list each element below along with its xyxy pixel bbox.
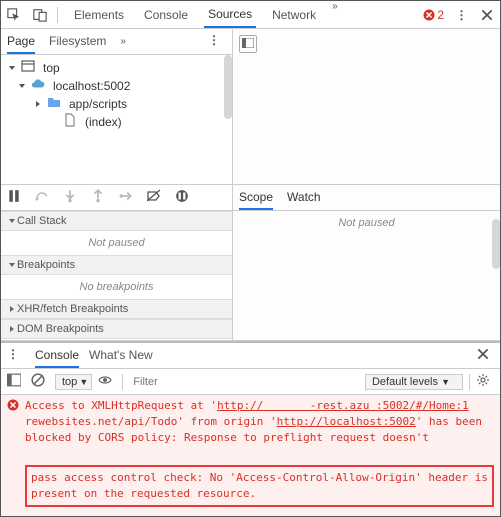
frame-icon [21, 59, 39, 77]
separator [122, 374, 123, 390]
tab-scope[interactable]: Scope [239, 185, 273, 210]
tree-root[interactable]: top [5, 59, 228, 77]
step-out-icon[interactable] [91, 189, 109, 207]
tab-sources[interactable]: Sources [204, 1, 256, 28]
scrollbar-thumb[interactable] [224, 55, 232, 119]
chevron-down-icon [17, 81, 27, 91]
editor-panel [233, 29, 500, 184]
navigator-menu-icon[interactable]: ⋮ [208, 33, 226, 51]
subtab-page[interactable]: Page [7, 29, 35, 54]
tree-host-label: localhost:5002 [53, 79, 130, 93]
tree-file-label: (index) [85, 115, 122, 129]
cloud-icon [31, 77, 49, 95]
scope-body: Not paused [233, 211, 500, 235]
clear-console-icon[interactable] [31, 373, 49, 391]
tab-console[interactable]: Console [140, 1, 192, 28]
panel-tabs: Elements Console Sources Network » [70, 1, 338, 28]
close-drawer-icon[interactable] [476, 347, 494, 365]
debugger-sidebar: Call Stack Not paused Breakpoints No bre… [1, 185, 233, 340]
log-levels-select[interactable]: Default levels ▼ [365, 374, 463, 390]
console-toolbar: top ▼ Default levels ▼ [1, 369, 500, 395]
kebab-menu-icon[interactable]: ⋮ [452, 6, 470, 24]
breakpoints-body: No breakpoints [1, 275, 232, 299]
separator [469, 374, 470, 390]
tab-watch[interactable]: Watch [287, 185, 321, 210]
error-icon [7, 398, 19, 416]
pause-icon[interactable] [7, 189, 25, 207]
tree-folder-label: app/scripts [69, 97, 127, 111]
deactivate-breakpoints-icon[interactable] [147, 189, 165, 207]
live-expression-icon[interactable] [98, 373, 116, 391]
settings-gear-icon[interactable] [476, 373, 494, 391]
section-callstack[interactable]: Call Stack [1, 211, 232, 231]
section-xhr-breakpoints[interactable]: XHR/fetch Breakpoints [1, 299, 232, 319]
navigator-panel: Page Filesystem » ⋮ top localhost:5002 [1, 29, 233, 184]
chevron-right-icon [33, 99, 43, 109]
sidebar-toggle-icon[interactable] [7, 373, 25, 391]
console-drawer: ⋮ Console What's New top ▼ Default level… [1, 341, 500, 516]
console-error-message[interactable]: Access to XMLHttpRequest at 'http:// -re… [1, 395, 500, 516]
console-messages: Access to XMLHttpRequest at 'http:// -re… [1, 395, 500, 516]
more-tabs-icon[interactable]: » [332, 1, 338, 28]
close-icon[interactable] [478, 6, 496, 24]
scope-watch-tabs: Scope Watch [233, 185, 500, 211]
show-navigator-icon[interactable] [239, 35, 257, 53]
sources-panel: Page Filesystem » ⋮ top localhost:5002 [1, 29, 500, 516]
step-into-icon[interactable] [63, 189, 81, 207]
tab-elements[interactable]: Elements [70, 1, 128, 28]
pause-on-exceptions-icon[interactable] [175, 189, 193, 207]
device-toggle-icon[interactable] [31, 6, 49, 24]
drawer-tab-whatsnew[interactable]: What's New [89, 343, 153, 368]
main-toolbar: Elements Console Sources Network » 2 ⋮ [1, 1, 500, 29]
drawer-tab-console[interactable]: Console [35, 343, 79, 368]
section-dom-breakpoints[interactable]: DOM Breakpoints [1, 319, 232, 339]
drawer-menu-icon[interactable]: ⋮ [7, 347, 25, 365]
navigator-tabs: Page Filesystem » ⋮ [1, 29, 232, 55]
chevron-down-icon [7, 63, 17, 73]
subtab-filesystem[interactable]: Filesystem [49, 29, 106, 54]
filter-input[interactable] [129, 374, 359, 390]
highlighted-error: pass access control check: No 'Access-Co… [25, 465, 494, 507]
file-tree: top localhost:5002 app/scripts (index) [1, 55, 232, 184]
debug-controls [1, 185, 232, 211]
tree-folder[interactable]: app/scripts [5, 95, 228, 113]
error-count-badge[interactable]: 2 [423, 8, 444, 22]
scope-watch-panel: Scope Watch Not paused [233, 185, 500, 340]
separator [57, 7, 58, 23]
scrollbar-thumb[interactable] [492, 219, 500, 269]
drawer-tabs: ⋮ Console What's New [1, 343, 500, 369]
tree-root-label: top [43, 61, 60, 75]
tree-host[interactable]: localhost:5002 [5, 77, 228, 95]
inspect-icon[interactable] [5, 6, 23, 24]
folder-icon [47, 95, 65, 113]
tree-file[interactable]: (index) [5, 113, 228, 131]
tab-network[interactable]: Network [268, 1, 320, 28]
context-select[interactable]: top ▼ [55, 374, 92, 390]
step-icon[interactable] [119, 189, 137, 207]
section-breakpoints[interactable]: Breakpoints [1, 255, 232, 275]
message-text: Access to XMLHttpRequest at 'http:// -re… [25, 398, 494, 516]
callstack-body: Not paused [1, 231, 232, 255]
document-icon [63, 113, 81, 131]
step-over-icon[interactable] [35, 189, 53, 207]
more-subtabs-icon[interactable]: » [120, 36, 126, 47]
error-count-value: 2 [437, 8, 444, 22]
